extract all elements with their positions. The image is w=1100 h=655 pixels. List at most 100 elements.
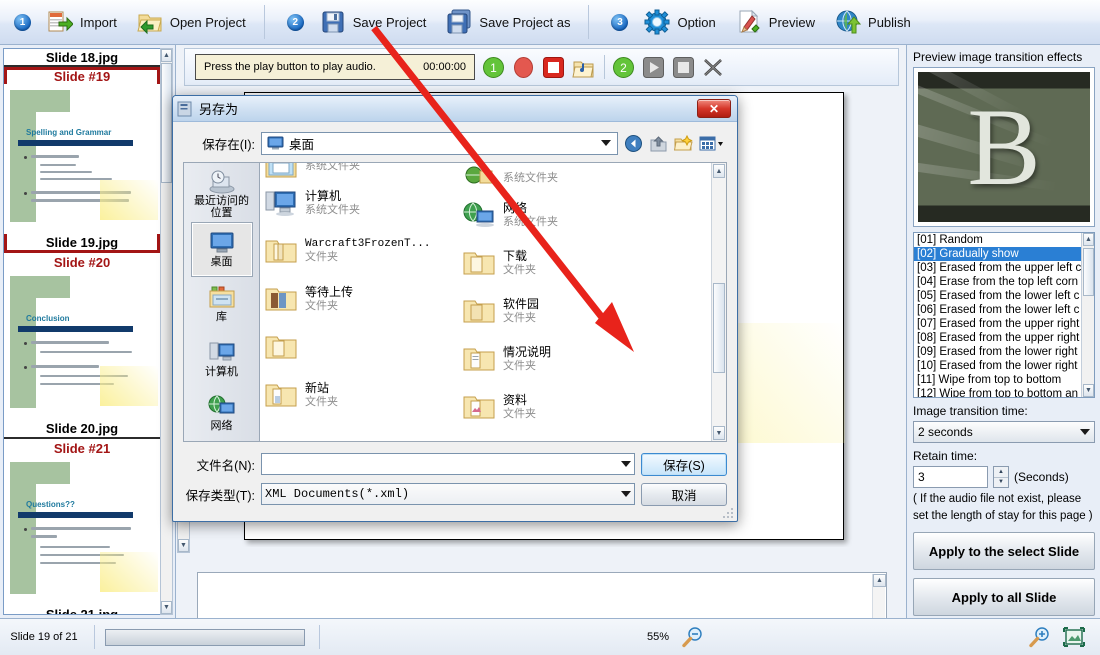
chevron-down-icon[interactable]	[621, 491, 631, 497]
zoom-in-icon[interactable]	[1028, 626, 1054, 648]
save-button[interactable]: 保存(S)	[641, 452, 727, 476]
effects-scroll-up-arrow[interactable]: ▲	[1083, 233, 1094, 246]
retain-time-input[interactable]: 3	[913, 466, 988, 488]
slide-item-19[interactable]: Slide #19 Spelling and Grammar Slide 19.…	[4, 67, 160, 253]
up-one-level-icon[interactable]	[649, 134, 668, 153]
effect-item-07[interactable]: [07] Erased from the upper right	[914, 317, 1083, 331]
file-item-network[interactable]: 网络 系统文件夹	[462, 191, 660, 239]
editor-scroll-down-arrow[interactable]: ▼	[178, 539, 189, 552]
effect-item-09[interactable]: [09] Erased from the lower right	[914, 345, 1083, 359]
file-item-software-park-folder[interactable]: 软件园 文件夹	[462, 287, 660, 335]
file-list-scroll-up-arrow[interactable]: ▲	[713, 164, 725, 178]
save-in-select[interactable]: 桌面	[261, 131, 618, 155]
play-button[interactable]	[642, 56, 665, 79]
file-item-downloads-folder[interactable]: 下载 文件夹	[462, 239, 660, 287]
effect-item-02[interactable]: [02] Gradually show	[914, 247, 1083, 261]
file-item-warcraft3-folder[interactable]: Warcraft3FrozenT... 文件夹	[264, 227, 462, 275]
effect-item-10[interactable]: [10] Erased from the lower right	[914, 359, 1083, 373]
file-item-pending-upload-folder[interactable]: 等待上传 文件夹	[264, 275, 462, 323]
notes-scroll-up-arrow[interactable]: ▲	[873, 574, 886, 587]
effect-item-12[interactable]: [12] Wipe from top to bottom an	[914, 387, 1083, 397]
effect-item-04[interactable]: [04] Erase from the top left corn	[914, 275, 1083, 289]
remove-audio-button[interactable]	[702, 56, 725, 79]
slide-scroll-up-arrow[interactable]: ▲	[161, 49, 172, 62]
chevron-down-icon[interactable]	[601, 140, 611, 146]
slide-thumbnail-list[interactable]: Slide 18.jpg Slide #19 Spelling and Gram…	[3, 48, 161, 615]
effect-item-06[interactable]: [06] Erased from the lower left c	[914, 303, 1083, 317]
file-item-materials-folder[interactable]: 资料 文件夹	[462, 383, 660, 431]
stepper-up-icon[interactable]: ▲	[994, 467, 1008, 478]
apply-to-all-slide-button[interactable]: Apply to all Slide	[913, 578, 1095, 617]
open-audio-button[interactable]	[572, 56, 595, 79]
file-list-scroll-down-arrow[interactable]: ▼	[713, 426, 725, 440]
effect-item-08[interactable]: [08] Erased from the upper right	[914, 331, 1083, 345]
effect-item-01[interactable]: [01] Random	[914, 233, 1083, 247]
stepper-down-icon[interactable]: ▼	[994, 478, 1008, 488]
slide-scroll-down-arrow[interactable]: ▼	[161, 601, 172, 614]
place-network[interactable]: 网络	[191, 386, 253, 441]
file-item-situation-note-folder[interactable]: 情况说明 文件夹	[462, 335, 660, 383]
file-list-scroll-thumb[interactable]	[713, 283, 725, 373]
file-item-computer[interactable]: 计算机 系统文件夹	[264, 179, 462, 227]
transition-effects-list[interactable]: [01] Random [02] Gradually show [03] Era…	[913, 232, 1095, 398]
file-item-warcraft3-sub: 文件夹	[305, 251, 338, 263]
filetype-select[interactable]: XML Documents(*.xml)	[261, 483, 635, 505]
place-computer[interactable]: 计算机	[191, 331, 253, 386]
place-desktop[interactable]: 桌面	[190, 221, 253, 277]
zoom-out-icon[interactable]	[681, 626, 707, 648]
transition-time-value: 2 seconds	[918, 425, 973, 439]
open-project-icon	[137, 9, 163, 35]
slide-position-slider[interactable]	[105, 628, 305, 646]
file-list-scrollbar[interactable]: ▲ ▼	[711, 163, 726, 441]
transition-time-label: Image transition time:	[913, 404, 1028, 418]
file-item-libraries[interactable]: 系统文件夹	[264, 163, 462, 179]
retain-time-stepper[interactable]: ▲ ▼	[993, 466, 1009, 488]
effects-scroll-thumb[interactable]	[1083, 248, 1094, 296]
apply-to-select-slide-button[interactable]: Apply to the select Slide	[913, 532, 1095, 571]
close-icon[interactable]: ✕	[697, 99, 731, 118]
slide-item-20[interactable]: Slide #20 Conclusion Slide 20.jpg	[4, 253, 160, 439]
option-button[interactable]: Option	[634, 6, 725, 38]
import-button[interactable]: Import	[37, 6, 127, 38]
svg-text:1: 1	[490, 61, 497, 75]
dialog-body: 保存在(I): 桌面 最近访问的位置 桌面 库 计算机 网络 系统文件夹 计算机…	[173, 122, 737, 507]
dialog-titlebar[interactable]: 另存为 ✕	[173, 96, 737, 122]
effect-item-11[interactable]: [11] Wipe from top to bottom	[914, 373, 1083, 387]
slide-item-18-partial[interactable]: Slide 18.jpg	[4, 49, 160, 67]
effect-item-05[interactable]: [05] Erased from the lower left c	[914, 289, 1083, 303]
open-project-button[interactable]: Open Project	[127, 6, 256, 38]
slide-item-21[interactable]: Slide #21 Questions?? Slide 21.jpg	[4, 439, 160, 614]
retain-time-value: 3	[918, 470, 925, 484]
new-folder-icon[interactable]	[673, 134, 693, 153]
place-libraries[interactable]: 库	[191, 277, 253, 332]
dialog-resize-grip[interactable]	[722, 507, 734, 519]
effects-scroll-down-arrow[interactable]: ▼	[1083, 384, 1094, 397]
slide-scroll-thumb[interactable]	[161, 63, 172, 183]
toolbar-divider-2	[588, 5, 590, 39]
file-item-blank-folder[interactable]	[264, 323, 462, 371]
places-sidebar[interactable]: 最近访问的位置 桌面 库 计算机 网络	[183, 162, 259, 442]
apply-to-all-slide-label: Apply to all Slide	[951, 589, 1057, 605]
cancel-button[interactable]: 取消	[641, 482, 727, 506]
save-project-as-button[interactable]: Save Project as	[436, 6, 580, 38]
fit-image-icon[interactable]	[1062, 626, 1088, 648]
file-item-new-site-folder[interactable]: 新站 文件夹	[264, 371, 462, 419]
save-project-button[interactable]: Save Project	[310, 6, 437, 38]
file-item-homegroup[interactable]: 系统文件夹	[462, 165, 660, 191]
effects-list-scrollbar[interactable]: ▲ ▼	[1081, 233, 1094, 397]
stop-record-button[interactable]	[542, 56, 565, 79]
chevron-down-icon[interactable]	[621, 461, 631, 467]
effect-item-03[interactable]: [03] Erased from the upper left c	[914, 261, 1083, 275]
views-icon[interactable]	[699, 134, 727, 153]
stop-play-button[interactable]	[672, 56, 695, 79]
import-icon	[47, 9, 74, 35]
file-list[interactable]: 系统文件夹 计算机 系统文件夹 Warcraft3FrozenT... 文件夹 …	[259, 162, 727, 442]
back-icon[interactable]	[624, 134, 643, 153]
place-recent-places[interactable]: 最近访问的位置	[191, 167, 253, 222]
save-as-dialog[interactable]: 另存为 ✕ 保存在(I): 桌面 最近访问的位置 桌面 库 计算机 网络 系统文…	[172, 95, 738, 522]
publish-button[interactable]: Publish	[825, 6, 921, 38]
filename-input[interactable]	[261, 453, 635, 475]
preview-button[interactable]: Preview	[726, 6, 825, 38]
record-button[interactable]	[512, 56, 535, 79]
transition-time-select[interactable]: 2 seconds	[913, 421, 1095, 443]
